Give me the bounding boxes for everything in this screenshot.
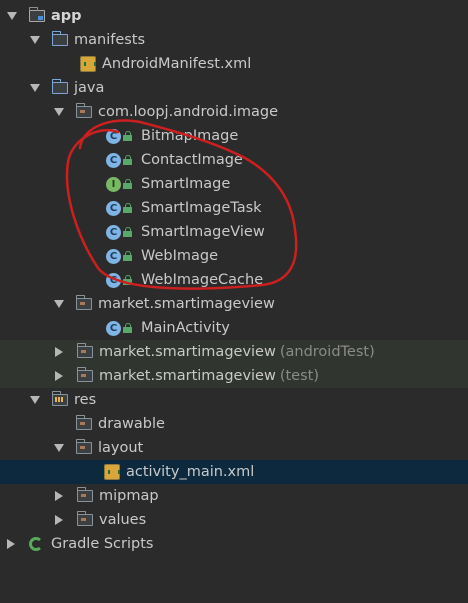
node-label: values [99,512,147,528]
lock-icon [123,179,132,189]
tree-node-class[interactable]: C ContactImage [0,148,468,172]
node-label: market.smartimageview [99,344,276,360]
node-label: manifests [74,32,146,48]
tree-node-class[interactable]: C WebImageCache [0,268,468,292]
lock-icon [123,155,132,165]
node-label: Gradle Scripts [51,536,154,552]
node-label: layout [98,440,144,456]
lock-icon [123,203,132,213]
tree-node-layout-file[interactable]: activity_main.xml [0,460,468,484]
node-label: SmartImageTask [141,200,262,216]
chevron-down-icon[interactable] [7,12,17,20]
xml-file-icon [104,464,120,480]
node-label: mipmap [99,488,159,504]
lock-icon [123,227,132,237]
lock-icon [123,275,132,285]
folder-icon [75,439,92,454]
interface-icon: I [106,176,121,192]
tree-node-interface[interactable]: I SmartImage [0,172,468,196]
chevron-right-icon[interactable] [55,491,63,501]
tree-node-manifests[interactable]: manifests [0,28,468,52]
class-icon: C [106,272,121,288]
tree-node-values[interactable]: values [0,508,468,532]
tree-node-main-activity[interactable]: C MainActivity [0,316,468,340]
class-icon: C [106,224,121,240]
chevron-right-icon[interactable] [55,371,63,381]
node-label: BitmapImage [141,128,239,144]
tree-node-res[interactable]: res [0,388,468,412]
chevron-down-icon[interactable] [30,36,40,44]
lock-icon [123,323,132,333]
tree-node-package-android-test[interactable]: market.smartimageview (androidTest) [0,340,468,364]
tree-node-mipmap[interactable]: mipmap [0,484,468,508]
folder-icon [51,79,68,94]
tree-node-class[interactable]: C SmartImageTask [0,196,468,220]
tree-node-package-image[interactable]: com.loopj.android.image [0,100,468,124]
node-label: drawable [98,416,165,432]
tree-node-java[interactable]: java [0,76,468,100]
class-icon: C [106,128,121,144]
xml-file-icon [80,56,96,72]
class-icon: C [106,320,121,336]
package-icon [75,103,92,118]
chevron-down-icon[interactable] [30,84,40,92]
package-icon [76,367,93,382]
source-set-suffix: (test) [279,368,320,384]
folder-icon [76,511,93,526]
folder-icon [51,31,68,46]
node-label: app [51,8,82,24]
node-label: res [74,392,97,408]
node-label: com.loopj.android.image [98,104,278,120]
node-label: ContactImage [141,152,243,168]
lock-icon [123,251,132,261]
tree-node-manifest-file[interactable]: AndroidManifest.xml [0,52,468,76]
resources-folder-icon [51,391,68,406]
node-label: java [74,80,105,96]
tree-node-class[interactable]: C SmartImageView [0,220,468,244]
chevron-down-icon[interactable] [54,108,64,116]
tree-node-package-app[interactable]: market.smartimageview [0,292,468,316]
node-label: SmartImageView [141,224,265,240]
tree-node-drawable[interactable]: drawable [0,412,468,436]
package-icon [75,295,92,310]
tree-node-app[interactable]: app [0,4,468,28]
gradle-icon [29,537,43,551]
tree-node-class[interactable]: C WebImage [0,244,468,268]
tree-node-package-test[interactable]: market.smartimageview (test) [0,364,468,388]
class-icon: C [106,248,121,264]
lock-icon [123,131,132,141]
chevron-down-icon[interactable] [30,396,40,404]
class-icon: C [106,200,121,216]
project-tree: app manifests AndroidManifest.xml java c… [0,0,468,603]
chevron-down-icon[interactable] [54,444,64,452]
class-icon: C [106,152,121,168]
node-label: WebImage [141,248,219,264]
source-set-suffix: (androidTest) [279,344,375,360]
node-label: market.smartimageview [98,296,275,312]
node-label: WebImageCache [141,272,264,288]
tree-node-gradle-scripts[interactable]: Gradle Scripts [0,532,468,556]
node-label: market.smartimageview [99,368,276,384]
node-label: activity_main.xml [126,464,255,480]
folder-icon [76,487,93,502]
chevron-down-icon[interactable] [54,300,64,308]
tree-node-layout[interactable]: layout [0,436,468,460]
node-label: MainActivity [141,320,230,336]
package-icon [76,343,93,358]
node-label: SmartImage [141,176,231,192]
chevron-right-icon[interactable] [7,539,15,549]
module-folder-icon [28,7,45,22]
chevron-right-icon[interactable] [55,515,63,525]
chevron-right-icon[interactable] [55,347,63,357]
folder-icon [75,415,92,430]
tree-node-class[interactable]: C BitmapImage [0,124,468,148]
node-label: AndroidManifest.xml [102,56,252,72]
